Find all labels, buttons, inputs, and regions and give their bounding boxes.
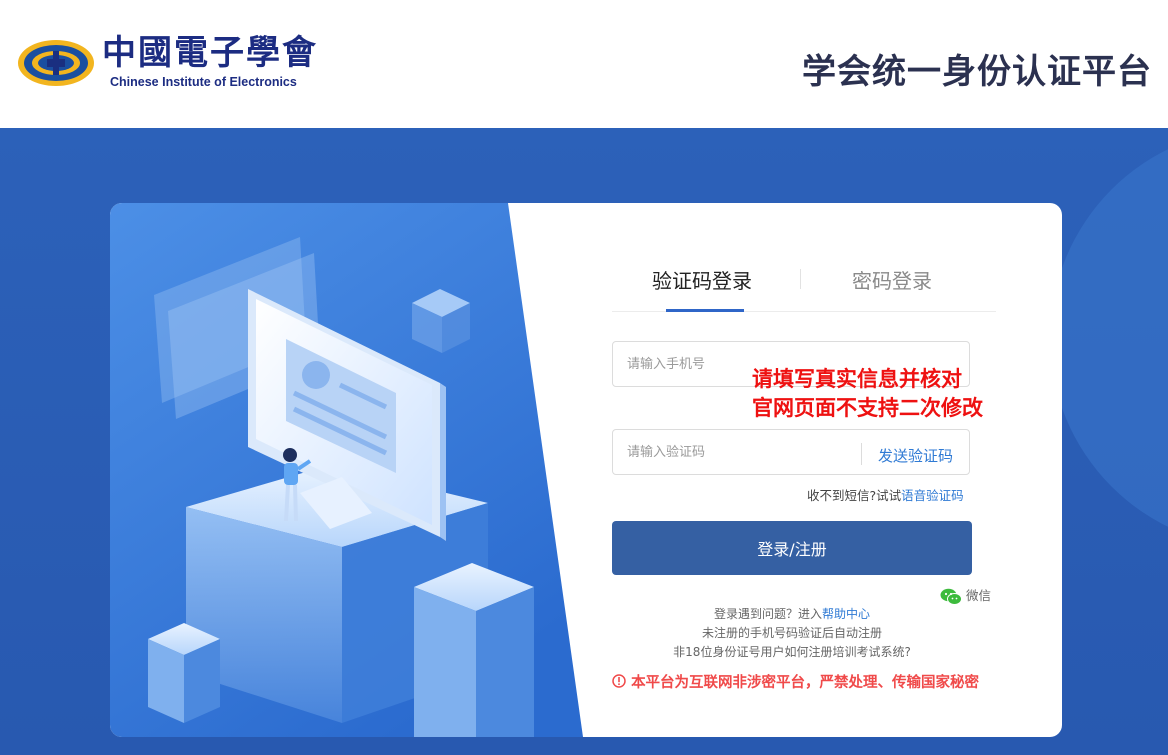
help-line-2: 未注册的手机号码验证后自动注册 (701, 626, 882, 640)
tab-divider (800, 269, 801, 289)
notice-line-2: 官网页面不支持二次修改 (752, 396, 983, 420)
real-info-notice: 请填写真实信息并核对 官网页面不支持二次修改 (752, 365, 983, 423)
tab-sms-login[interactable]: 验证码登录 (652, 265, 752, 294)
help-center-link[interactable]: 帮助中心 (822, 607, 870, 621)
notice-line-1: 请填写真实信息并核对 (752, 367, 962, 391)
help-line-1-text: 登录遇到问题？进入 (713, 607, 822, 621)
send-code-button[interactable]: 发送验证码 (878, 445, 953, 466)
decor-circle (1050, 128, 1168, 548)
code-input[interactable] (613, 430, 861, 474)
cie-logo-icon (18, 40, 94, 86)
sms-help: 收不到短信?试试语音验证码 (807, 485, 964, 504)
voice-code-link[interactable]: 语音验证码 (901, 488, 964, 503)
active-tab-indicator (666, 309, 744, 312)
help-info: 登录遇到问题？进入帮助中心 未注册的手机号码验证后自动注册 非18位身份证号用户… (612, 605, 972, 662)
platform-title: 学会统一身份认证平台 (802, 52, 1152, 92)
header: 中國電子學會 Chinese Institute of Electronics … (0, 0, 1168, 128)
code-field: 发送验证码 (612, 429, 970, 475)
help-line-1: 登录遇到问题？进入帮助中心 (612, 605, 972, 624)
logo-chinese-name: 中國電子學會 (102, 33, 318, 73)
login-tabs: 验证码登录 密码登录 (612, 265, 996, 312)
warning-text: 本平台为互联网非涉密平台，严禁处理、传输国家秘密 (631, 675, 980, 691)
code-divider (861, 443, 862, 465)
wechat-login[interactable]: 微信 (940, 585, 991, 606)
logo-english-name: Chinese Institute of Electronics (110, 75, 297, 89)
wechat-icon (940, 588, 962, 605)
tab-password-login[interactable]: 密码登录 (852, 265, 932, 294)
help-line-3[interactable]: 非18位身份证号用户如何注册培训考试系统? (612, 643, 972, 662)
login-register-button[interactable]: 登录/注册 (612, 521, 972, 575)
security-warning: 本平台为互联网非涉密平台，严禁处理、传输国家秘密 (612, 671, 979, 692)
wechat-label: 微信 (965, 588, 991, 603)
warning-icon (612, 674, 626, 688)
sms-help-text: 收不到短信?试试 (807, 488, 902, 503)
login-card: 验证码登录 密码登录 请填写真实信息并核对 官网页面不支持二次修改 发送验证码 … (110, 203, 1062, 737)
